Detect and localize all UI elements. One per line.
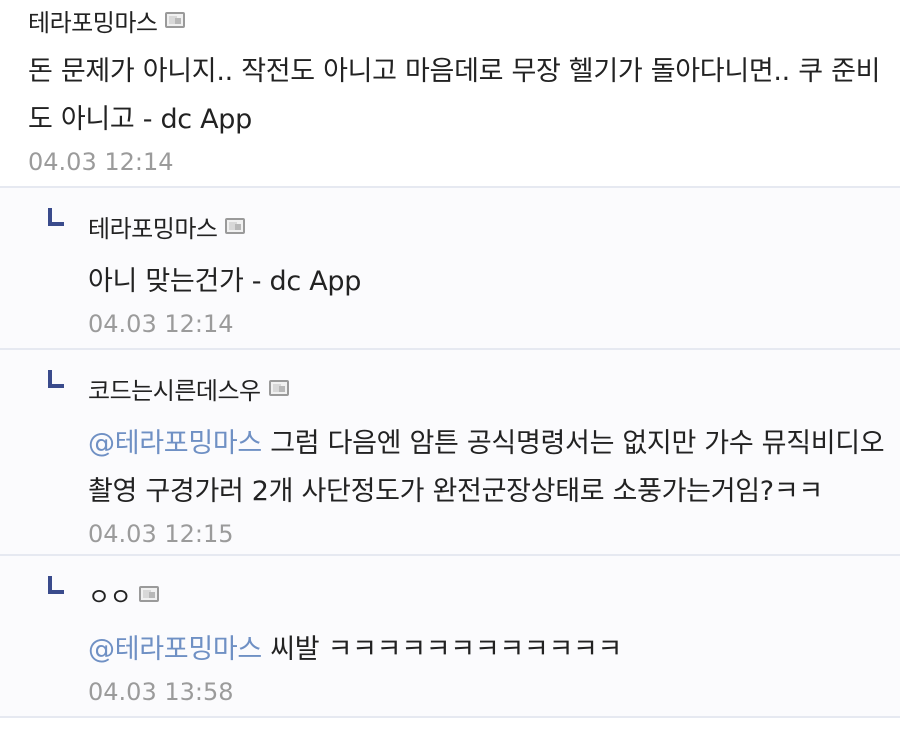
comment-thread: 테라포밍마스 돈 문제가 아니지.. 작전도 아니고 마음데로 무장 헬기가 돌… (0, 0, 900, 732)
reply-timestamp: 04.03 13:58 (88, 678, 234, 706)
user-badge-icon (139, 586, 160, 602)
reply-mention[interactable]: @테라포밍마스 (88, 634, 262, 665)
comment-item: 테라포밍마스 돈 문제가 아니지.. 작전도 아니고 마음데로 무장 헬기가 돌… (0, 0, 900, 188)
reply-header: ㅇㅇ (88, 572, 900, 616)
reply-text: @테라포밍마스 그럼 다음엔 암튼 공식명령서는 없지만 가수 뮤직비디오 촬영… (88, 420, 900, 516)
reply-text: 아니 맞는건가 - dc App (88, 258, 900, 306)
comment-text: 돈 문제가 아니지.. 작전도 아니고 마음데로 무장 헬기가 돌아다니면.. … (28, 56, 881, 135)
reply-timestamp: 04.03 12:14 (88, 310, 234, 338)
comment-timestamp: 04.03 12:14 (28, 148, 174, 176)
reply-mention[interactable]: @테라포밍마스 (88, 428, 262, 459)
reply-header: 테라포밍마스 (88, 204, 900, 248)
reply-arrow-icon (48, 208, 64, 226)
reply-item: 코드는시른데스우 @테라포밍마스 그럼 다음엔 암튼 공식명령서는 없지만 가수… (0, 350, 900, 556)
user-badge-icon (225, 218, 246, 234)
comment-header: 테라포밍마스 (28, 0, 900, 40)
reply-body: 씨발 ㅋㅋㅋㅋㅋㅋㅋㅋㅋㅋㅋㅋ (261, 634, 623, 665)
reply-body: 아니 맞는건가 - dc App (88, 266, 362, 297)
reply-text: @테라포밍마스 씨발 ㅋㅋㅋㅋㅋㅋㅋㅋㅋㅋㅋㅋ (88, 626, 900, 674)
reply-item: ㅇㅇ @테라포밍마스 씨발 ㅋㅋㅋㅋㅋㅋㅋㅋㅋㅋㅋㅋ 04.03 13:58 (0, 556, 900, 718)
reply-nickname[interactable]: 코드는시른데스우 (88, 371, 261, 406)
reply-header: 코드는시른데스우 (88, 366, 900, 410)
reply-arrow-icon (48, 370, 64, 388)
reply-nickname[interactable]: 테라포밍마스 (88, 209, 218, 244)
reply-nickname[interactable]: ㅇㅇ (88, 577, 132, 612)
reply-item: 테라포밍마스 아니 맞는건가 - dc App 04.03 12:14 (0, 188, 900, 350)
reply-timestamp: 04.03 12:15 (88, 520, 234, 548)
comment-nickname[interactable]: 테라포밍마스 (28, 3, 158, 38)
user-badge-icon (165, 12, 186, 28)
user-badge-icon (268, 380, 289, 396)
reply-arrow-icon (48, 576, 64, 594)
